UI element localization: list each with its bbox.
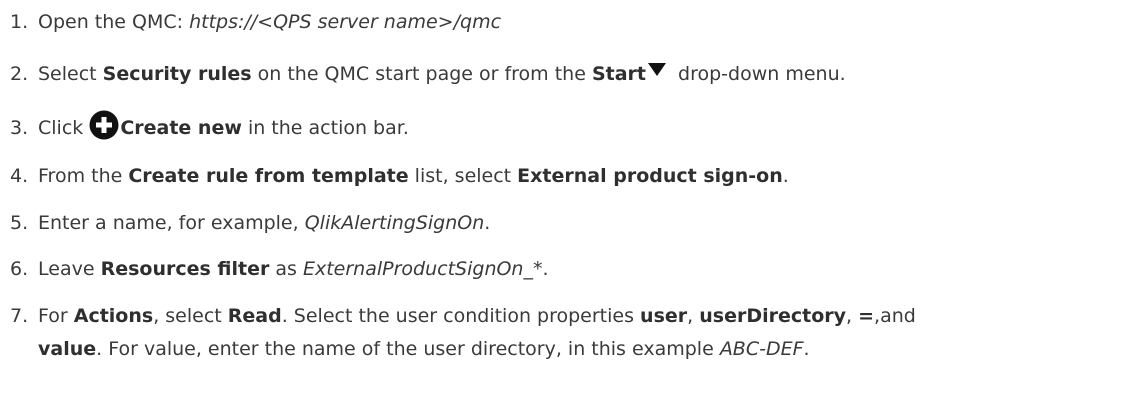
step-6: 6. Leave Resources filter as ExternalProd… xyxy=(10,253,549,286)
step-text: list, select xyxy=(408,165,518,187)
step-text: . xyxy=(484,212,491,234)
step-text: ,and xyxy=(874,305,916,327)
filter-value: ExternalProductSignOn_* xyxy=(302,258,543,280)
step-text: For xyxy=(38,305,74,327)
step-text: as xyxy=(269,258,303,280)
step-text: . xyxy=(782,165,789,187)
dropdown-triangle-icon xyxy=(648,63,666,76)
user-term: user xyxy=(640,305,688,327)
step-3: 3. Click Create new in the action bar. xyxy=(10,110,409,145)
step-text: Leave xyxy=(38,258,101,280)
step-text: Select xyxy=(38,63,103,85)
step-text: Click xyxy=(38,117,90,139)
step-7: 7. For Actions, select Read. Select the u… xyxy=(10,300,916,333)
step-1: 1. Open the QMC: https://<QPS server name… xyxy=(10,6,501,39)
step-text: on the QMC start page or from the xyxy=(251,63,592,85)
step-5: 5. Enter a name, for example, QlikAlertin… xyxy=(10,207,490,240)
security-rules-term: Security rules xyxy=(102,63,252,85)
equals-term: = xyxy=(858,305,875,327)
value-term: value xyxy=(38,338,97,360)
external-signon-term: External product sign-on xyxy=(517,165,783,187)
step-number: 1. xyxy=(10,11,29,33)
step-text: Enter a name, for example, xyxy=(38,212,305,234)
step-text: in the action bar. xyxy=(241,117,409,139)
qmc-url: https://<QPS server name>/qmc xyxy=(189,11,502,33)
user-directory-term: userDirectory xyxy=(699,305,847,327)
directory-example: ABC-DEF xyxy=(719,338,804,360)
step-text: From the xyxy=(38,165,129,187)
step-text: . For value, enter the name of the user … xyxy=(96,338,720,360)
step-4: 4. From the Create rule from template lis… xyxy=(10,160,789,193)
step-7-continuation: value. For value, enter the name of the … xyxy=(38,333,810,366)
step-text: , select xyxy=(153,305,228,327)
step-text: , xyxy=(687,305,700,327)
template-list-term: Create rule from template xyxy=(128,165,409,187)
step-2: 2. Select Security rules on the QMC start… xyxy=(10,58,846,91)
read-term: Read xyxy=(227,305,282,327)
step-number: 7. xyxy=(10,305,29,327)
step-number: 6. xyxy=(10,258,29,280)
step-text: drop-down menu. xyxy=(672,63,846,85)
step-number: 4. xyxy=(10,165,29,187)
start-menu-term: Start xyxy=(591,63,646,85)
step-number: 3. xyxy=(10,117,29,139)
actions-term: Actions xyxy=(73,305,154,327)
plus-circle-icon xyxy=(89,110,119,140)
resources-filter-term: Resources filter xyxy=(100,258,270,280)
step-text: . xyxy=(542,258,549,280)
create-new-term: Create new xyxy=(120,117,242,139)
step-text: , xyxy=(846,305,859,327)
example-name: QlikAlertingSignOn xyxy=(304,212,485,234)
step-text: . xyxy=(803,338,810,360)
step-text: . Select the user condition properties xyxy=(281,305,641,327)
step-number: 2. xyxy=(10,63,29,85)
step-number: 5. xyxy=(10,212,29,234)
step-text: Open the QMC: xyxy=(38,11,190,33)
